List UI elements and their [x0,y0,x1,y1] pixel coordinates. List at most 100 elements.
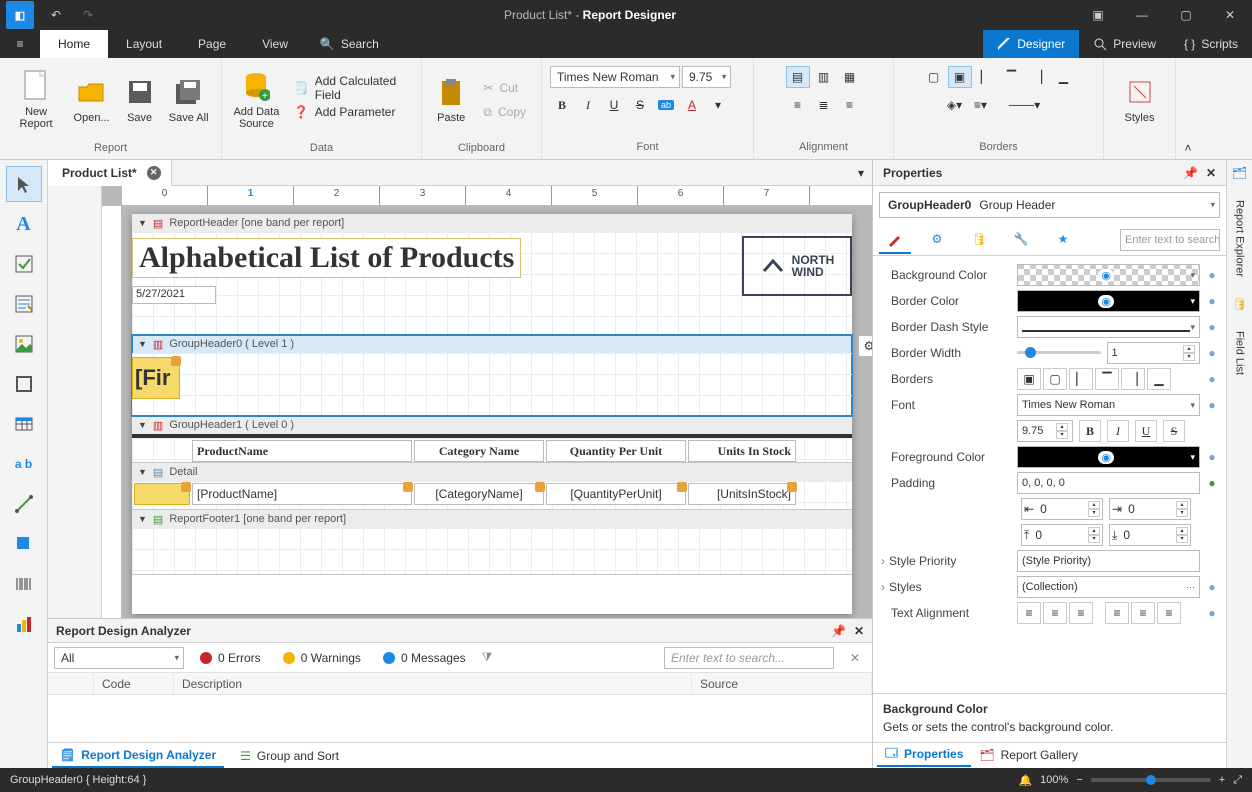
border-all-button[interactable]: ▣ [948,66,972,88]
redo-button[interactable]: ↷ [72,0,104,30]
align-top-right-button[interactable]: ▦ [838,66,862,88]
detail-category[interactable]: [CategoryName] [414,483,544,505]
prop-italic-button[interactable]: I [1107,420,1129,442]
shape-tool[interactable] [6,526,42,562]
add-data-source-button[interactable]: + Add Data Source [230,62,283,138]
designer-surface[interactable]: 0 1 2 3 4 5 6 7 ▼ ▤ ReportHeader [one ba… [48,186,872,618]
collapse-band-icon[interactable]: ▼ [138,514,147,524]
props-tab-favorites[interactable]: ★ [1047,226,1079,254]
band-report-footer[interactable]: ▼ ▤ ReportFooter1 [one band per report] [132,510,852,575]
align-top-center-button[interactable]: ▥ [812,66,836,88]
smart-tag-button[interactable]: ⚙ [858,335,872,357]
bold-button[interactable]: B [550,94,574,116]
collapse-band-icon[interactable]: ▼ [138,467,147,477]
collapse-band-icon[interactable]: ▼ [138,218,147,228]
italic-button[interactable]: I [576,94,600,116]
close-tab-button[interactable]: ✕ [147,166,161,180]
backcolor-button[interactable]: ab [654,94,678,116]
border-color-button[interactable]: ◈▾ [943,94,967,116]
font-name-combo[interactable]: Times New Roman▾ [550,66,680,88]
tab-layout[interactable]: Layout [108,30,180,58]
mode-preview[interactable]: Preview [1079,30,1170,58]
collapse-ribbon-button[interactable]: ˄ [1176,58,1200,159]
collapse-band-icon[interactable]: ▼ [138,339,147,349]
document-tab[interactable]: Product List* ✕ [48,160,172,186]
zoom-out-button[interactable]: − [1076,774,1082,786]
prop-foreground-color-value[interactable]: ◉▾ [1017,446,1200,468]
close-panel-icon[interactable]: ✕ [1206,166,1216,180]
label-tool[interactable]: A [6,206,42,242]
tab-report-gallery[interactable]: 🗂Report Gallery [971,743,1086,767]
errors-stat[interactable]: 0 Errors [194,651,267,665]
color-picker-icon[interactable]: ◉ [1098,269,1114,282]
notifications-icon[interactable]: 🔔 [1018,774,1032,787]
border-left-button[interactable]: ▏ [974,66,998,88]
report-title-label[interactable]: Alphabetical List of Products [132,238,521,278]
detail-product-name[interactable]: [ProductName] [192,483,412,505]
border-none-icon[interactable]: ▢ [1043,368,1067,390]
pointer-tool[interactable] [6,166,42,202]
mode-designer[interactable]: Designer [983,30,1079,58]
prop-background-color-value[interactable]: ◉▾ [1017,264,1200,286]
align-mid-left-button[interactable]: ≡ [786,94,810,116]
copy-button[interactable]: ⧉Copy [476,101,533,123]
tab-page[interactable]: Page [180,30,244,58]
color-picker-icon[interactable]: ◉ [1098,295,1114,308]
report-date-label[interactable]: 5/27/2021 [132,286,216,304]
col-source[interactable]: Source [692,673,872,694]
prop-style-priority-value[interactable]: (Style Priority) [1017,550,1200,572]
align-mid-center-button[interactable]: ≣ [812,94,836,116]
props-tab-misc[interactable]: 🔧 [1005,226,1037,254]
tab-group-sort[interactable]: ☰Group and Sort [232,744,347,768]
border-right-button[interactable]: ▕ [1026,66,1050,88]
messages-stat[interactable]: 0 Messages [377,651,472,665]
vertical-ruler[interactable] [102,206,122,618]
checkbox-tool[interactable] [6,246,42,282]
zoom-slider[interactable] [1091,778,1211,782]
properties-search-input[interactable]: Enter text to search [1120,229,1220,251]
border-top-icon[interactable]: ▔ [1095,368,1119,390]
padding-right-input[interactable]: ⇥0▴▾ [1109,498,1191,520]
prop-text-alignment-value[interactable]: ≡ ≡ ≡ ≡ ≡ ≡ [1017,602,1200,624]
detail-first-cell[interactable] [134,483,190,505]
close-panel-icon[interactable]: ✕ [854,624,864,638]
open-button[interactable]: Open... [68,62,115,138]
line-tool[interactable] [6,486,42,522]
collapse-band-icon[interactable]: ▼ [138,420,147,430]
font-options-button[interactable]: ▾ [706,94,730,116]
paste-button[interactable]: Paste [430,62,472,138]
tab-analyzer[interactable]: 🗒Report Design Analyzer [52,744,224,768]
zoom-in-button[interactable]: + [1219,774,1225,786]
prop-font-name-value[interactable]: Times New Roman▾ [1017,394,1200,416]
prop-borders-value[interactable]: ▣ ▢ ▏ ▔ ▕ ▁ [1017,368,1200,390]
align-mid-right-button[interactable]: ≡ [838,94,862,116]
border-all-icon[interactable]: ▣ [1017,368,1041,390]
tab-view[interactable]: View [244,30,306,58]
detail-units[interactable]: [UnitsInStock] [688,483,796,505]
add-calculated-field-button[interactable]: 🗒️ Add Calculated Field [287,77,413,99]
richtext-tool[interactable] [6,286,42,322]
panel-tool[interactable] [6,366,42,402]
pin-icon[interactable]: 📌 [1183,166,1198,180]
warnings-stat[interactable]: 0 Warnings [277,651,367,665]
styles-button[interactable]: Styles [1112,62,1167,138]
new-report-button[interactable]: New Report [8,62,64,138]
col-code[interactable]: Code [94,673,174,694]
border-width-button[interactable]: ≡▾ [969,94,993,116]
prop-border-width-value[interactable]: 1▴▾ [1107,342,1201,364]
maximize-button[interactable]: ▢ [1164,0,1208,30]
border-right-icon[interactable]: ▕ [1121,368,1145,390]
close-button[interactable]: ✕ [1208,0,1252,30]
logo-image[interactable]: NORTH WIND [742,236,852,296]
save-button[interactable]: Save [119,62,160,138]
expand-icon[interactable]: › [881,554,889,568]
border-style-button[interactable]: ───▾ [995,94,1055,116]
analyzer-filter-combo[interactable]: All▾ [54,647,184,669]
add-parameter-button[interactable]: ❓ Add Parameter [287,101,413,123]
band-group-header-0[interactable]: ▼ ▥ GroupHeader0 ( Level 1 ) [Fir ⚙ [132,335,852,416]
col-header-product-name[interactable]: ProductName [192,440,412,462]
prop-bold-button[interactable]: B [1079,420,1101,442]
col-header-qty[interactable]: Quantity Per Unit [546,440,686,462]
col-description[interactable]: Description [174,673,692,694]
filter-icon[interactable]: ⧩ [482,650,493,665]
